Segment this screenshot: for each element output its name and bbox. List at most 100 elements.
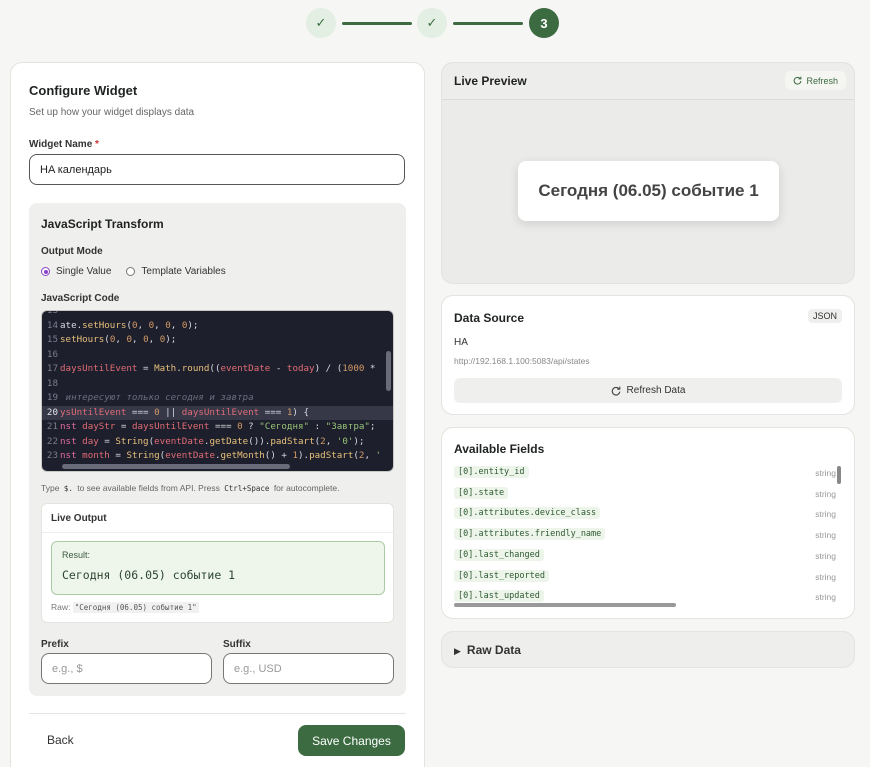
- code-line[interactable]: 15 setHours(0, 0, 0, 0);: [42, 333, 393, 348]
- raw-data-label: Raw Data: [466, 643, 521, 657]
- suffix-label: Suffix: [223, 639, 251, 650]
- live-output-panel: Live Output Result: Сегодня (06.05) собы…: [41, 503, 394, 623]
- format-badge: JSON: [807, 309, 842, 323]
- raw-output: Raw: "Сегодня (06.05) событие 1": [51, 602, 199, 613]
- prefix-input[interactable]: e.g., $: [41, 653, 212, 684]
- raw-data-toggle[interactable]: ▶ Raw Data: [454, 643, 521, 657]
- step-3-active[interactable]: 3: [529, 8, 559, 38]
- field-type: string: [815, 509, 836, 520]
- caret-right-icon: ▶: [454, 646, 461, 656]
- data-source-title: Data Source: [454, 311, 525, 325]
- footer-divider: [29, 713, 406, 714]
- field-path[interactable]: [0].attributes.device_class: [454, 507, 601, 520]
- section-title: JavaScript Transform: [41, 217, 164, 231]
- live-preview-header: Live Preview Refresh: [442, 63, 854, 100]
- refresh-data-button[interactable]: Refresh Data: [454, 378, 842, 403]
- hint-text: for autocomplete.: [273, 483, 340, 493]
- divider: [42, 532, 393, 533]
- radio-template-variables[interactable]: [126, 267, 136, 276]
- field-path[interactable]: [0].last_updated: [454, 590, 544, 603]
- hint-key: $.: [63, 484, 73, 493]
- progress-stepper: ✓ ✓ 3: [306, 8, 559, 38]
- code-line[interactable]: 17 daysUntilEvent = Math.round((eventDate…: [42, 362, 393, 377]
- field-row[interactable]: [0].last_changed string: [454, 548, 836, 563]
- field-path[interactable]: [0].last_changed: [454, 548, 544, 561]
- live-preview-title: Live Preview: [454, 74, 527, 88]
- radio-single-value-label[interactable]: Single Value: [56, 266, 111, 277]
- field-path[interactable]: [0].last_reported: [454, 569, 549, 582]
- code-line[interactable]: 19 интересуют только сегодня и завтра: [42, 391, 393, 406]
- radio-single-value[interactable]: [41, 267, 50, 276]
- line-number: 23: [46, 450, 58, 461]
- save-changes-button[interactable]: Save Changes: [298, 725, 405, 756]
- code-line[interactable]: 20 ysUntilEvent === 0 || daysUntilEvent =…: [42, 405, 393, 420]
- line-number: 15: [46, 334, 58, 345]
- step-1-complete[interactable]: ✓: [306, 8, 336, 38]
- field-row[interactable]: [0].entity_id string: [454, 466, 836, 480]
- line-number: 17: [46, 363, 58, 374]
- code-editor[interactable]: 23 nst month = String(eventDate.getMonth(…: [41, 310, 394, 472]
- raw-label: Raw:: [51, 602, 71, 612]
- data-source-name: HA: [454, 337, 468, 348]
- line-number: 20: [46, 406, 58, 418]
- radio-template-variables-label[interactable]: Template Variables: [141, 266, 225, 277]
- field-row[interactable]: [0].attributes.device_class string: [454, 507, 836, 521]
- code-line[interactable]: 23 nst month = String(eventDate.getMonth(…: [42, 449, 393, 464]
- available-fields-title: Available Fields: [454, 442, 545, 456]
- line-number: 22: [46, 435, 58, 447]
- output-mode-radio-group: Single Value Template Variables: [41, 266, 226, 277]
- hint-text: to see available fields from API. Press: [77, 483, 220, 493]
- field-row[interactable]: [0].last_updated string: [454, 590, 836, 604]
- field-path[interactable]: [0].state: [454, 486, 509, 499]
- step-2-complete[interactable]: ✓: [417, 8, 447, 38]
- panel-title: Configure Widget: [29, 83, 138, 98]
- code-line[interactable]: 21 nst dayStr = daysUntilEvent === 0 ? "С…: [42, 420, 393, 435]
- refresh-preview-button[interactable]: Refresh: [785, 71, 846, 90]
- result-label: Result:: [62, 550, 91, 560]
- check-icon: ✓: [426, 15, 438, 30]
- line-number: 18: [46, 377, 58, 389]
- code-text: nst dayStr = daysUntilEvent === 0 ? "Сег…: [60, 421, 376, 432]
- field-row[interactable]: [0].last_reported string: [454, 569, 836, 584]
- widget-name-input[interactable]: HA календарь: [29, 154, 405, 185]
- output-mode-label: Output Mode: [41, 246, 103, 257]
- raw-data-disclosure[interactable]: ▶ Raw Data: [441, 631, 855, 668]
- line-number: 13: [46, 310, 58, 316]
- data-source-panel: Data Source JSON HA http://192.168.1.100…: [441, 295, 855, 415]
- step-number: 3: [540, 15, 548, 31]
- required-marker: *: [95, 139, 99, 150]
- step-connector: [342, 22, 412, 25]
- field-path[interactable]: [0].entity_id: [454, 466, 529, 478]
- refresh-icon: [794, 76, 802, 85]
- javascript-code-label: JavaScript Code: [41, 293, 120, 304]
- panel-subtitle: Set up how your widget displays data: [29, 107, 195, 118]
- autocomplete-hint: Type $. to see available fields from API…: [41, 483, 340, 493]
- field-type: string: [815, 571, 836, 582]
- code-line[interactable]: 14 ate.setHours(0, 0, 0, 0);: [42, 319, 393, 334]
- code-editor-vertical-scrollbar[interactable]: [386, 351, 391, 391]
- field-row[interactable]: [0].attributes.friendly_name string: [454, 528, 836, 542]
- field-type: string: [815, 488, 836, 499]
- field-row[interactable]: [0].state string: [454, 486, 836, 501]
- code-text: ate.setHours(0, 0, 0, 0);: [60, 319, 199, 331]
- fields-vertical-scrollbar[interactable]: [837, 466, 841, 484]
- refresh-icon: [611, 386, 620, 395]
- widget-preview: Сегодня (06.05) событие 1: [518, 161, 779, 221]
- code-text: nst day = String(eventDate.getDate()).pa…: [60, 435, 365, 447]
- code-line[interactable]: 16: [42, 348, 393, 363]
- code-line[interactable]: 13: [42, 310, 393, 319]
- field-path[interactable]: [0].attributes.friendly_name: [454, 528, 606, 541]
- code-text: daysUntilEvent = Math.round((eventDate -…: [60, 363, 376, 374]
- back-button[interactable]: Back: [47, 733, 74, 747]
- code-text: интересуют только сегодня и завтра: [60, 392, 254, 403]
- line-number: 16: [46, 348, 58, 360]
- line-number: 21: [46, 421, 58, 432]
- code-line[interactable]: 18: [42, 377, 393, 392]
- line-number: 19: [46, 392, 58, 403]
- result-value: Сегодня (06.05) событие 1: [62, 568, 236, 582]
- code-line[interactable]: 22 nst day = String(eventDate.getDate()).…: [42, 435, 393, 450]
- step-connector: [453, 22, 523, 25]
- prefix-label: Prefix: [41, 639, 69, 650]
- code-editor-horizontal-scrollbar[interactable]: [62, 464, 290, 469]
- suffix-input[interactable]: e.g., USD: [223, 653, 394, 684]
